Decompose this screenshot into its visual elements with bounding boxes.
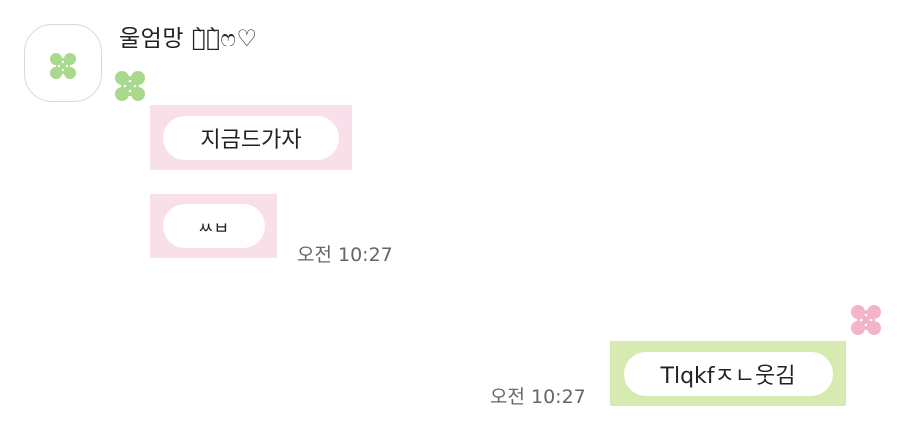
clover-icon bbox=[50, 53, 76, 79]
message-text: 지금드가자 bbox=[163, 115, 339, 160]
pink-clover-icon bbox=[851, 305, 881, 335]
sent-message-bubble[interactable]: Tlqkfㅈㄴ웃김 bbox=[610, 341, 846, 406]
profile-avatar[interactable] bbox=[24, 24, 102, 102]
received-message-bubble[interactable]: ㅆㅂ bbox=[150, 194, 277, 258]
green-clover-icon bbox=[115, 71, 145, 101]
message-timestamp: 오전 10:27 bbox=[490, 386, 586, 408]
message-timestamp: 오전 10:27 bbox=[297, 244, 393, 266]
message-text: ㅆㅂ bbox=[162, 204, 265, 248]
chat-room: 울엄망 ก̀ก̀ෆ♡ 지금드가자 ㅆㅂ 오전 10:27 오전 10:27 Tl… bbox=[0, 0, 900, 425]
received-message-bubble[interactable]: 지금드가자 bbox=[150, 105, 352, 170]
sender-name: 울엄망 ก̀ก̀ෆ♡ bbox=[119, 26, 258, 52]
message-text: Tlqkfㅈㄴ웃김 bbox=[623, 351, 833, 396]
